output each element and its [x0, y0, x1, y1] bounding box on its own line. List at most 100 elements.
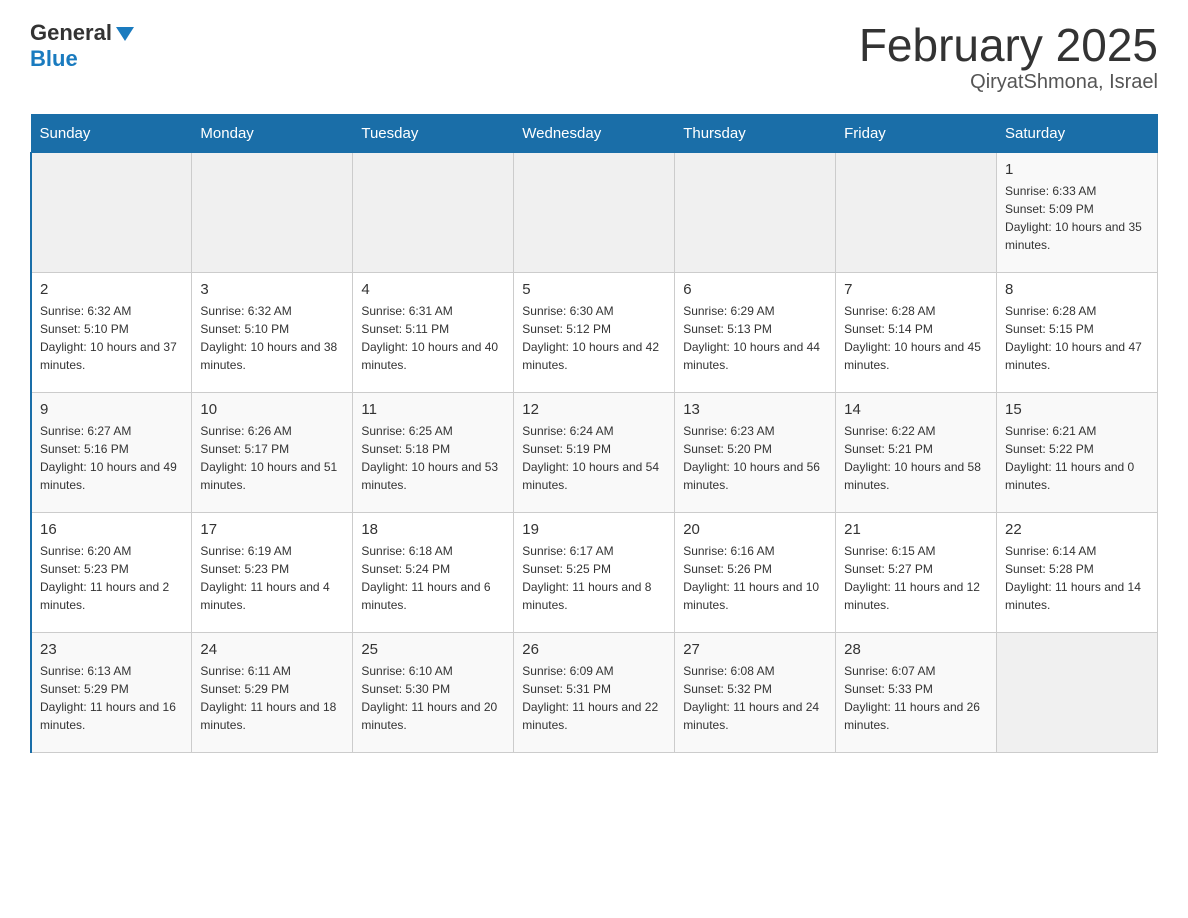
calendar-day-cell: 10 Sunrise: 6:26 AM Sunset: 5:17 PM Dayli… [192, 392, 353, 512]
calendar-day-cell: 3Sunrise: 6:32 AM Sunset: 5:10 PM Daylig… [192, 272, 353, 392]
day-number: 21 [844, 521, 988, 538]
day-info: Sunrise: 6:11 AM Sunset: 5:29 PM Dayligh… [200, 662, 344, 734]
day-number: 15 [1005, 401, 1149, 418]
day-info: Sunrise: 6:14 AM Sunset: 5:28 PM Dayligh… [1005, 542, 1149, 614]
day-number: 8 [1005, 281, 1149, 298]
day-number: 17 [200, 521, 344, 538]
calendar-day-cell: 22Sunrise: 6:14 AM Sunset: 5:28 PM Dayli… [997, 512, 1158, 632]
calendar-day-cell: 25 Sunrise: 6:10 AM Sunset: 5:30 PM Dayli… [353, 632, 514, 752]
day-number: 26 [522, 641, 666, 658]
logo-line2: Blue [30, 46, 78, 72]
day-info: Sunrise: 6:23 AM Sunset: 5:20 PM Dayligh… [683, 422, 827, 494]
header-friday: Friday [836, 114, 997, 152]
calendar-day-cell: 28Sunrise: 6:07 AM Sunset: 5:33 PM Dayli… [836, 632, 997, 752]
day-info: Sunrise: 6:28 AM Sunset: 5:15 PM Dayligh… [1005, 302, 1149, 374]
calendar-day-cell: 11 Sunrise: 6:25 AM Sunset: 5:18 PM Dayli… [353, 392, 514, 512]
day-info: Sunrise: 6:10 AM Sunset: 5:30 PM Dayligh… [361, 662, 505, 734]
day-info: Sunrise: 6:20 AM Sunset: 5:23 PM Dayligh… [40, 542, 183, 614]
day-info: Sunrise: 6:18 AM Sunset: 5:24 PM Dayligh… [361, 542, 505, 614]
day-number: 7 [844, 281, 988, 298]
calendar-day-cell [353, 152, 514, 272]
calendar-day-cell: 13 Sunrise: 6:23 AM Sunset: 5:20 PM Dayli… [675, 392, 836, 512]
calendar-day-cell [31, 152, 192, 272]
day-info: Sunrise: 6:33 AM Sunset: 5:09 PM Dayligh… [1005, 182, 1149, 254]
calendar-day-cell: 20Sunrise: 6:16 AM Sunset: 5:26 PM Dayli… [675, 512, 836, 632]
logo-triangle-icon [116, 27, 134, 41]
calendar-day-cell: 14 Sunrise: 6:22 AM Sunset: 5:21 PM Dayli… [836, 392, 997, 512]
logo-general-text: General [30, 20, 112, 45]
day-info: Sunrise: 6:29 AM Sunset: 5:13 PM Dayligh… [683, 302, 827, 374]
day-number: 25 [361, 641, 505, 658]
logo: General Blue [30, 20, 134, 72]
day-number: 13 [683, 401, 827, 418]
day-number: 2 [40, 281, 183, 298]
calendar-day-cell: 5 Sunrise: 6:30 AM Sunset: 5:12 PM Daylig… [514, 272, 675, 392]
day-info: Sunrise: 6:24 AM Sunset: 5:19 PM Dayligh… [522, 422, 666, 494]
header-monday: Monday [192, 114, 353, 152]
day-info: Sunrise: 6:32 AM Sunset: 5:10 PM Dayligh… [200, 302, 344, 374]
calendar-day-cell: 9 Sunrise: 6:27 AM Sunset: 5:16 PM Daylig… [31, 392, 192, 512]
calendar-day-cell: 2Sunrise: 6:32 AM Sunset: 5:10 PM Daylig… [31, 272, 192, 392]
day-info: Sunrise: 6:30 AM Sunset: 5:12 PM Dayligh… [522, 302, 666, 374]
calendar-day-cell: 16 Sunrise: 6:20 AM Sunset: 5:23 PM Dayli… [31, 512, 192, 632]
calendar-week-row: 9 Sunrise: 6:27 AM Sunset: 5:16 PM Daylig… [31, 392, 1158, 512]
day-number: 20 [683, 521, 827, 538]
calendar-day-cell: 23 Sunrise: 6:13 AM Sunset: 5:29 PM Dayli… [31, 632, 192, 752]
calendar-day-cell: 19Sunrise: 6:17 AM Sunset: 5:25 PM Dayli… [514, 512, 675, 632]
day-info: Sunrise: 6:28 AM Sunset: 5:14 PM Dayligh… [844, 302, 988, 374]
day-number: 1 [1005, 161, 1149, 178]
calendar-day-cell: 7 Sunrise: 6:28 AM Sunset: 5:14 PM Daylig… [836, 272, 997, 392]
day-number: 27 [683, 641, 827, 658]
day-number: 11 [361, 401, 505, 418]
day-info: Sunrise: 6:13 AM Sunset: 5:29 PM Dayligh… [40, 662, 183, 734]
calendar-subtitle: QiryatShmona, Israel [859, 71, 1158, 94]
day-number: 6 [683, 281, 827, 298]
day-number: 16 [40, 521, 183, 538]
page-header: General Blue February 2025 QiryatShmona,… [30, 20, 1158, 94]
day-info: Sunrise: 6:21 AM Sunset: 5:22 PM Dayligh… [1005, 422, 1149, 494]
header-sunday: Sunday [31, 114, 192, 152]
day-info: Sunrise: 6:19 AM Sunset: 5:23 PM Dayligh… [200, 542, 344, 614]
calendar-day-cell [192, 152, 353, 272]
calendar-week-row: 1 Sunrise: 6:33 AM Sunset: 5:09 PM Daylig… [31, 152, 1158, 272]
day-number: 5 [522, 281, 666, 298]
header-tuesday: Tuesday [353, 114, 514, 152]
calendar-day-cell: 1 Sunrise: 6:33 AM Sunset: 5:09 PM Daylig… [997, 152, 1158, 272]
day-info: Sunrise: 6:27 AM Sunset: 5:16 PM Dayligh… [40, 422, 183, 494]
day-number: 18 [361, 521, 505, 538]
day-info: Sunrise: 6:31 AM Sunset: 5:11 PM Dayligh… [361, 302, 505, 374]
day-number: 23 [40, 641, 183, 658]
day-info: Sunrise: 6:08 AM Sunset: 5:32 PM Dayligh… [683, 662, 827, 734]
day-info: Sunrise: 6:17 AM Sunset: 5:25 PM Dayligh… [522, 542, 666, 614]
calendar-day-cell [836, 152, 997, 272]
day-number: 10 [200, 401, 344, 418]
title-block: February 2025 QiryatShmona, Israel [859, 20, 1158, 94]
header-thursday: Thursday [675, 114, 836, 152]
day-info: Sunrise: 6:15 AM Sunset: 5:27 PM Dayligh… [844, 542, 988, 614]
calendar-day-cell: 17 Sunrise: 6:19 AM Sunset: 5:23 PM Dayli… [192, 512, 353, 632]
calendar-day-cell: 4 Sunrise: 6:31 AM Sunset: 5:11 PM Daylig… [353, 272, 514, 392]
calendar-title: February 2025 [859, 20, 1158, 71]
calendar-day-cell: 21 Sunrise: 6:15 AM Sunset: 5:27 PM Dayli… [836, 512, 997, 632]
calendar-day-cell [675, 152, 836, 272]
day-number: 24 [200, 641, 344, 658]
calendar-day-cell [997, 632, 1158, 752]
calendar-day-cell: 12 Sunrise: 6:24 AM Sunset: 5:19 PM Dayli… [514, 392, 675, 512]
day-number: 9 [40, 401, 183, 418]
day-number: 12 [522, 401, 666, 418]
calendar-day-cell: 15 Sunrise: 6:21 AM Sunset: 5:22 PM Dayli… [997, 392, 1158, 512]
day-number: 14 [844, 401, 988, 418]
calendar-day-cell: 8 Sunrise: 6:28 AM Sunset: 5:15 PM Daylig… [997, 272, 1158, 392]
day-info: Sunrise: 6:25 AM Sunset: 5:18 PM Dayligh… [361, 422, 505, 494]
calendar-day-cell [514, 152, 675, 272]
calendar-day-cell: 27 Sunrise: 6:08 AM Sunset: 5:32 PM Dayli… [675, 632, 836, 752]
day-info: Sunrise: 6:26 AM Sunset: 5:17 PM Dayligh… [200, 422, 344, 494]
header-saturday: Saturday [997, 114, 1158, 152]
calendar-day-cell: 18 Sunrise: 6:18 AM Sunset: 5:24 PM Dayli… [353, 512, 514, 632]
logo-line1: General [30, 20, 134, 46]
calendar-header-row: Sunday Monday Tuesday Wednesday Thursday… [31, 114, 1158, 152]
calendar-day-cell: 6 Sunrise: 6:29 AM Sunset: 5:13 PM Daylig… [675, 272, 836, 392]
header-wednesday: Wednesday [514, 114, 675, 152]
day-info: Sunrise: 6:22 AM Sunset: 5:21 PM Dayligh… [844, 422, 988, 494]
day-number: 4 [361, 281, 505, 298]
